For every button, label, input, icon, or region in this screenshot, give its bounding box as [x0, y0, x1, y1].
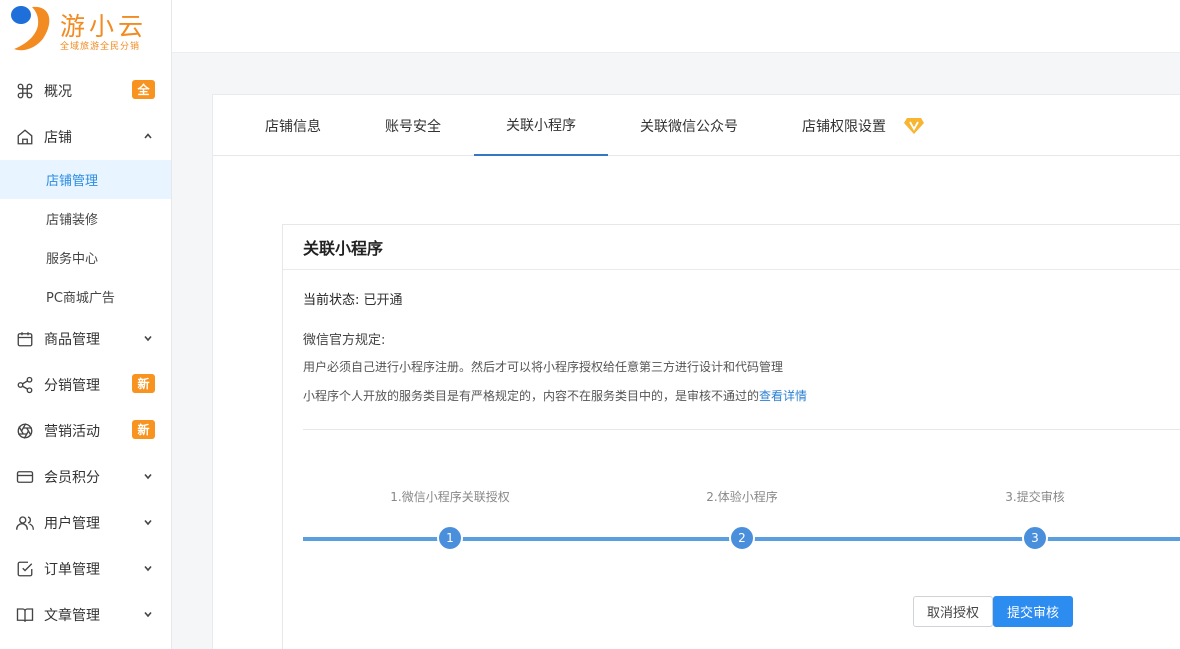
tab-link-wechat-official[interactable]: 关联微信公众号: [617, 95, 761, 156]
sidebar-item-store[interactable]: 店铺: [0, 114, 171, 160]
sidebar: 游小云 全域旅游全民分销 概况 全 店铺 店铺管理 店铺装修 服务中心 PC商城…: [0, 0, 172, 649]
cancel-authorization-button[interactable]: 取消授权: [913, 596, 993, 627]
sidebar-item-label: 概况: [44, 84, 72, 100]
sidebar-subitem-store-management[interactable]: 店铺管理: [0, 160, 171, 199]
chevron-down-icon: [144, 611, 152, 618]
sidebar-item-members[interactable]: 会员积分: [0, 454, 171, 500]
chevron-down-icon: [144, 565, 152, 572]
status-value: 已开通: [363, 293, 403, 308]
tab-bar: 店铺信息 账号安全 关联小程序 关联微信公众号 店铺权限设置: [213, 95, 1180, 156]
tab-store-info[interactable]: 店铺信息: [235, 95, 351, 156]
sidebar-item-label: 店铺: [44, 130, 72, 146]
rule-2-text: 小程序个人开放的服务类目是有严格规定的，内容不在服务类目中的，是审核不通过的: [303, 389, 760, 403]
sidebar-subitem-pc-mall-ads[interactable]: PC商城广告: [0, 277, 171, 316]
chevron-down-icon: [144, 519, 152, 526]
aperture-icon: [16, 422, 34, 440]
sidebar-item-products[interactable]: 商品管理: [0, 316, 171, 362]
divider: [303, 429, 1180, 430]
rule-1: 用户必须自己进行小程序注册。然后才可以将小程序授权给任意第三方进行设计和代码管理: [303, 360, 784, 374]
rules-title: 微信官方规定:: [303, 333, 386, 348]
sidebar-item-label: 文章管理: [44, 608, 100, 624]
badge-quan: 全: [132, 80, 155, 99]
view-details-link[interactable]: 查看详情: [759, 389, 807, 403]
tab-link-miniprogram[interactable]: 关联小程序: [474, 95, 608, 156]
share-icon: [16, 376, 34, 394]
step-label-3: 3.提交审核: [1005, 490, 1065, 504]
app-root: 游小云 全域旅游全民分销 概况 全 店铺 店铺管理 店铺装修 服务中心 PC商城…: [0, 0, 1180, 649]
step-dot-1: 1: [437, 525, 463, 551]
users-icon: [16, 514, 34, 532]
sidebar-nav: 概况 全 店铺 店铺管理 店铺装修 服务中心 PC商城广告 商品管理 分销管理 …: [0, 68, 171, 638]
sidebar-subitem-store-decoration[interactable]: 店铺装修: [0, 199, 171, 238]
panel-title: 关联小程序: [283, 225, 1180, 270]
tab-account-security[interactable]: 账号安全: [355, 95, 471, 156]
calendar-icon: [16, 330, 34, 348]
step-label-2: 2.体验小程序: [706, 490, 778, 504]
sidebar-item-label: 分销管理: [44, 378, 100, 394]
sidebar-item-articles[interactable]: 文章管理: [0, 592, 171, 638]
sidebar-item-marketing[interactable]: 营销活动 新: [0, 408, 171, 454]
progress-steps: 1.微信小程序关联授权 2.体验小程序 3.提交审核 1 2 3: [283, 480, 1180, 551]
vip-diamond-icon: [904, 118, 924, 134]
command-icon: [16, 82, 34, 100]
sidebar-item-label: 营销活动: [44, 424, 100, 440]
rule-2: 小程序个人开放的服务类目是有严格规定的，内容不在服务类目中的，是审核不通过的查看…: [303, 387, 807, 404]
sidebar-item-distribution[interactable]: 分销管理 新: [0, 362, 171, 408]
chevron-down-icon: [144, 335, 152, 342]
book-icon: [16, 606, 34, 624]
badge-new: 新: [132, 420, 155, 439]
home-icon: [16, 128, 34, 146]
settings-card: 店铺信息 账号安全 关联小程序 关联微信公众号 店铺权限设置 关联小程序 当前状…: [212, 94, 1180, 649]
logo-slogan: 全域旅游全民分销: [60, 42, 141, 52]
status-label: 当前状态:: [303, 293, 360, 308]
sidebar-item-users[interactable]: 用户管理: [0, 500, 171, 546]
sidebar-item-orders[interactable]: 订单管理: [0, 546, 171, 592]
tab-store-permissions[interactable]: 店铺权限设置: [779, 95, 909, 156]
current-status: 当前状态: 已开通: [303, 289, 403, 308]
submit-review-button[interactable]: 提交审核: [993, 596, 1073, 627]
sidebar-item-label: 用户管理: [44, 516, 100, 532]
step-dot-3: 3: [1022, 525, 1048, 551]
sidebar-item-label: 会员积分: [44, 470, 100, 486]
sidebar-item-label: 商品管理: [44, 332, 100, 348]
step-label-1: 1.微信小程序关联授权: [390, 490, 510, 504]
check-square-icon: [16, 560, 34, 578]
sidebar-subitem-service-center[interactable]: 服务中心: [0, 238, 171, 277]
badge-new: 新: [132, 374, 155, 393]
top-bar: [172, 0, 1180, 53]
chevron-down-icon: [144, 473, 152, 480]
step-dot-2: 2: [729, 525, 755, 551]
logo-mark-icon: [11, 6, 50, 51]
credit-card-icon: [16, 468, 34, 486]
sidebar-item-label: 订单管理: [44, 562, 100, 578]
logo-name: 游小云: [60, 12, 148, 41]
sidebar-item-overview[interactable]: 概况 全: [0, 68, 171, 114]
chevron-up-icon: [144, 133, 152, 139]
miniprogram-panel: 关联小程序 当前状态: 已开通 微信官方规定: 用户必须自己进行小程序注册。然后…: [282, 224, 1180, 649]
logo[interactable]: 游小云 全域旅游全民分销: [10, 3, 160, 57]
